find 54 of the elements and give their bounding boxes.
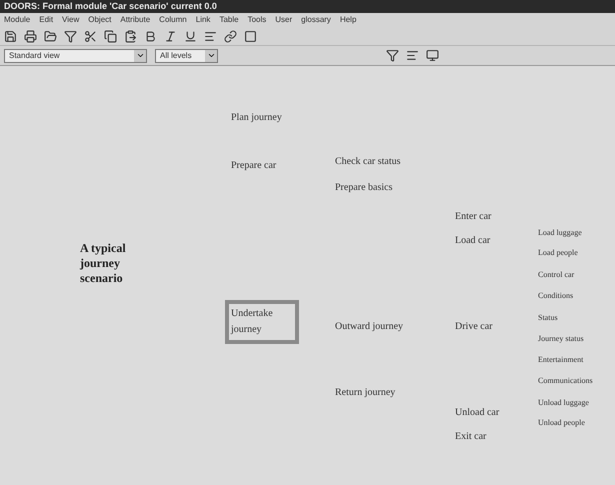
menu-item[interactable]: Help: [340, 14, 356, 26]
tree-node[interactable]: Prepare basics: [335, 180, 435, 196]
tree-node[interactable]: Exit car: [455, 429, 515, 445]
bold-icon[interactable]: [144, 30, 157, 42]
tree-node[interactable]: Unload luggage: [538, 395, 615, 411]
tree-node[interactable]: Prepare car: [231, 158, 301, 174]
menu-item[interactable]: Tools: [248, 14, 266, 26]
print-icon[interactable]: [24, 30, 37, 42]
folder-icon[interactable]: [44, 30, 57, 42]
tree-node[interactable]: Conditions: [538, 288, 615, 304]
tree-node[interactable]: Status: [538, 310, 615, 326]
tree-node[interactable]: Return journey: [335, 385, 435, 401]
tree-node[interactable]: Control car: [538, 267, 615, 283]
tree-node[interactable]: Communications: [538, 373, 615, 389]
menu-item[interactable]: Column: [159, 14, 187, 26]
scenario-heading: A typical journey scenario: [80, 241, 127, 286]
underline-icon[interactable]: [184, 30, 197, 42]
tree-node[interactable]: Load car: [455, 233, 515, 249]
levels-dropdown[interactable]: All levels: [155, 48, 218, 62]
align-icon[interactable]: [204, 30, 217, 42]
italic-icon[interactable]: [164, 30, 177, 42]
menu-item[interactable]: Attribute: [120, 14, 150, 26]
tree-node[interactable]: Enter car: [455, 209, 515, 225]
tree-node[interactable]: Plan journey: [231, 110, 291, 126]
link-icon[interactable]: [224, 30, 237, 42]
window-title: DOORS: Formal module 'Car scenario' current 0.0: [4, 2, 217, 11]
filter-icon[interactable]: [386, 49, 399, 62]
tree-node[interactable]: Unload people: [538, 415, 615, 431]
cut-icon[interactable]: [84, 30, 97, 42]
menu-item[interactable]: glossary: [301, 14, 331, 26]
tree-node[interactable]: Drive car: [455, 319, 515, 335]
menu-item[interactable]: Edit: [39, 14, 54, 26]
paste-icon[interactable]: [124, 30, 137, 42]
save-icon[interactable]: [4, 30, 17, 42]
menu-item[interactable]: Link: [196, 14, 210, 26]
tree-node[interactable]: Undertake journey: [225, 300, 299, 344]
menu-item[interactable]: User: [275, 14, 292, 26]
list-icon[interactable]: [406, 49, 419, 62]
tree-node[interactable]: Outward journey: [335, 319, 435, 335]
tree-node[interactable]: Unload car: [455, 405, 515, 421]
menu-item[interactable]: Object: [88, 14, 112, 26]
menu-item[interactable]: Table: [219, 14, 239, 26]
copy-icon[interactable]: [104, 30, 117, 42]
tree-node[interactable]: Journey status: [538, 331, 615, 347]
menu-item[interactable]: Module: [4, 14, 30, 26]
tree-node[interactable]: Entertainment: [538, 352, 615, 368]
monitor-icon[interactable]: [426, 49, 439, 62]
menu-item[interactable]: View: [62, 14, 80, 26]
view-dropdown[interactable]: Standard view: [4, 48, 147, 62]
window-icon[interactable]: [244, 30, 257, 42]
filter-icon[interactable]: [64, 30, 77, 42]
tree-node[interactable]: Load people: [538, 245, 615, 261]
tree-node[interactable]: Load luggage: [538, 225, 615, 241]
tree-node[interactable]: Check car status: [335, 154, 435, 170]
